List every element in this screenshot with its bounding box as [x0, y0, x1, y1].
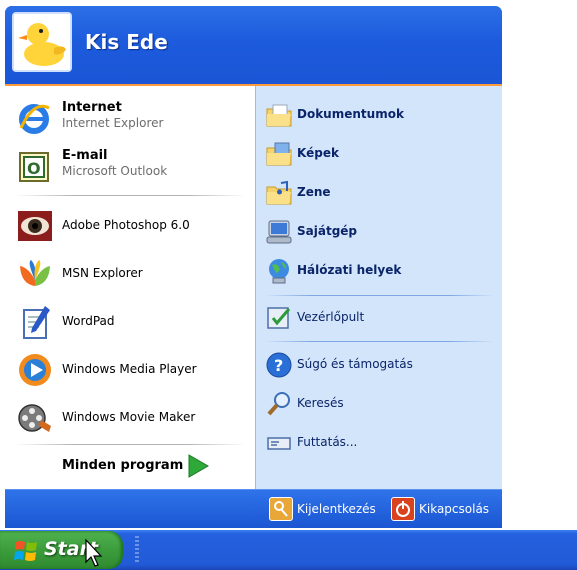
logoff-label: Kijelentkezés	[297, 502, 376, 516]
media-player-icon	[19, 354, 51, 386]
user-name: Kis Ede	[85, 30, 168, 54]
pinned-item-internet[interactable]: Internet Internet Explorer	[5, 100, 255, 138]
power-icon	[391, 497, 415, 521]
recent-item-photoshop[interactable]: Adobe Photoshop 6.0	[5, 204, 255, 248]
my-computer-icon	[266, 220, 292, 244]
pictures-folder-icon	[266, 142, 292, 166]
movie-maker-icon	[18, 404, 51, 432]
place-label: Hálózati helyek	[297, 263, 402, 277]
tool-search[interactable]: Keresés	[256, 389, 502, 419]
green-arrow-icon	[188, 454, 209, 478]
recent-item-label: Windows Movie Maker	[62, 410, 196, 424]
start-menu: Kis Ede Internet Internet Explorer O E-m…	[5, 6, 502, 528]
place-network[interactable]: Hálózati helyek	[256, 256, 502, 286]
recent-item-label: Windows Media Player	[62, 362, 197, 376]
msn-butterfly-icon	[20, 260, 50, 286]
recent-item-movie-maker[interactable]: Windows Movie Maker	[5, 396, 255, 440]
key-icon	[269, 497, 293, 521]
avatar[interactable]	[12, 12, 72, 72]
recent-item-label: MSN Explorer	[62, 266, 143, 280]
tool-run[interactable]: Futtatás...	[256, 428, 502, 458]
svg-text:?: ?	[274, 356, 283, 375]
internet-explorer-icon	[19, 104, 50, 134]
tool-label: Súgó és támogatás	[297, 357, 413, 371]
pinned-item-email[interactable]: O E-mail Microsoft Outlook	[5, 148, 255, 186]
place-pictures[interactable]: Képek	[256, 139, 502, 169]
places-column: Dokumentumok Képek Zene Sajátgép Hálózat…	[255, 86, 502, 489]
mouse-cursor-icon	[85, 538, 103, 567]
svg-text:O: O	[27, 159, 41, 178]
start-menu-footer: Kijelentkezés Kikapcsolás	[5, 489, 502, 528]
control-panel-icon	[267, 307, 291, 329]
photoshop-icon	[18, 211, 52, 241]
duck-icon	[14, 14, 70, 70]
place-control-panel[interactable]: Vezérlőpult	[256, 303, 502, 333]
pinned-subtitle: Internet Explorer	[62, 116, 164, 130]
place-label: Sajátgép	[297, 224, 358, 238]
music-folder-icon	[266, 180, 292, 205]
separator	[264, 341, 495, 342]
run-icon	[267, 437, 291, 450]
start-menu-header: Kis Ede	[5, 6, 502, 86]
recent-item-label: WordPad	[62, 314, 115, 328]
recent-item-media-player[interactable]: Windows Media Player	[5, 348, 255, 392]
pinned-subtitle: Microsoft Outlook	[62, 164, 168, 178]
recent-item-msn[interactable]: MSN Explorer	[5, 252, 255, 296]
place-my-computer[interactable]: Sajátgép	[256, 217, 502, 247]
separator	[15, 444, 245, 445]
all-programs-label: Minden program	[62, 458, 184, 473]
pinned-title: Internet	[62, 100, 122, 115]
programs-column: Internet Internet Explorer O E-mail Micr…	[5, 86, 255, 489]
help-icon: ?	[266, 352, 292, 378]
separator	[264, 295, 495, 296]
outlook-icon: O	[19, 152, 49, 182]
shutdown-label: Kikapcsolás	[419, 502, 490, 516]
recent-item-label: Adobe Photoshop 6.0	[62, 218, 190, 232]
place-label: Képek	[297, 146, 339, 160]
shutdown-button[interactable]: Kikapcsolás	[391, 496, 489, 522]
place-music[interactable]: Zene	[256, 178, 502, 208]
separator	[15, 195, 245, 196]
windows-logo-icon	[14, 541, 37, 561]
logoff-button[interactable]: Kijelentkezés	[269, 496, 376, 522]
pinned-title: E-mail	[62, 148, 108, 163]
place-label: Zene	[297, 185, 331, 199]
recent-item-wordpad[interactable]: WordPad	[5, 300, 255, 344]
taskbar-grip[interactable]	[135, 536, 139, 564]
place-documents[interactable]: Dokumentumok	[256, 100, 502, 130]
tool-help[interactable]: ? Súgó és támogatás	[256, 350, 502, 380]
place-label: Dokumentumok	[297, 107, 404, 121]
all-programs-button[interactable]: Minden program	[5, 446, 255, 486]
tool-label: Futtatás...	[297, 435, 358, 449]
place-label: Vezérlőpult	[297, 310, 365, 324]
network-places-icon	[269, 259, 289, 284]
documents-folder-icon	[266, 104, 292, 127]
tool-label: Keresés	[297, 396, 344, 410]
taskbar: Start	[0, 530, 577, 570]
search-icon	[267, 392, 290, 416]
wordpad-icon	[23, 306, 50, 339]
